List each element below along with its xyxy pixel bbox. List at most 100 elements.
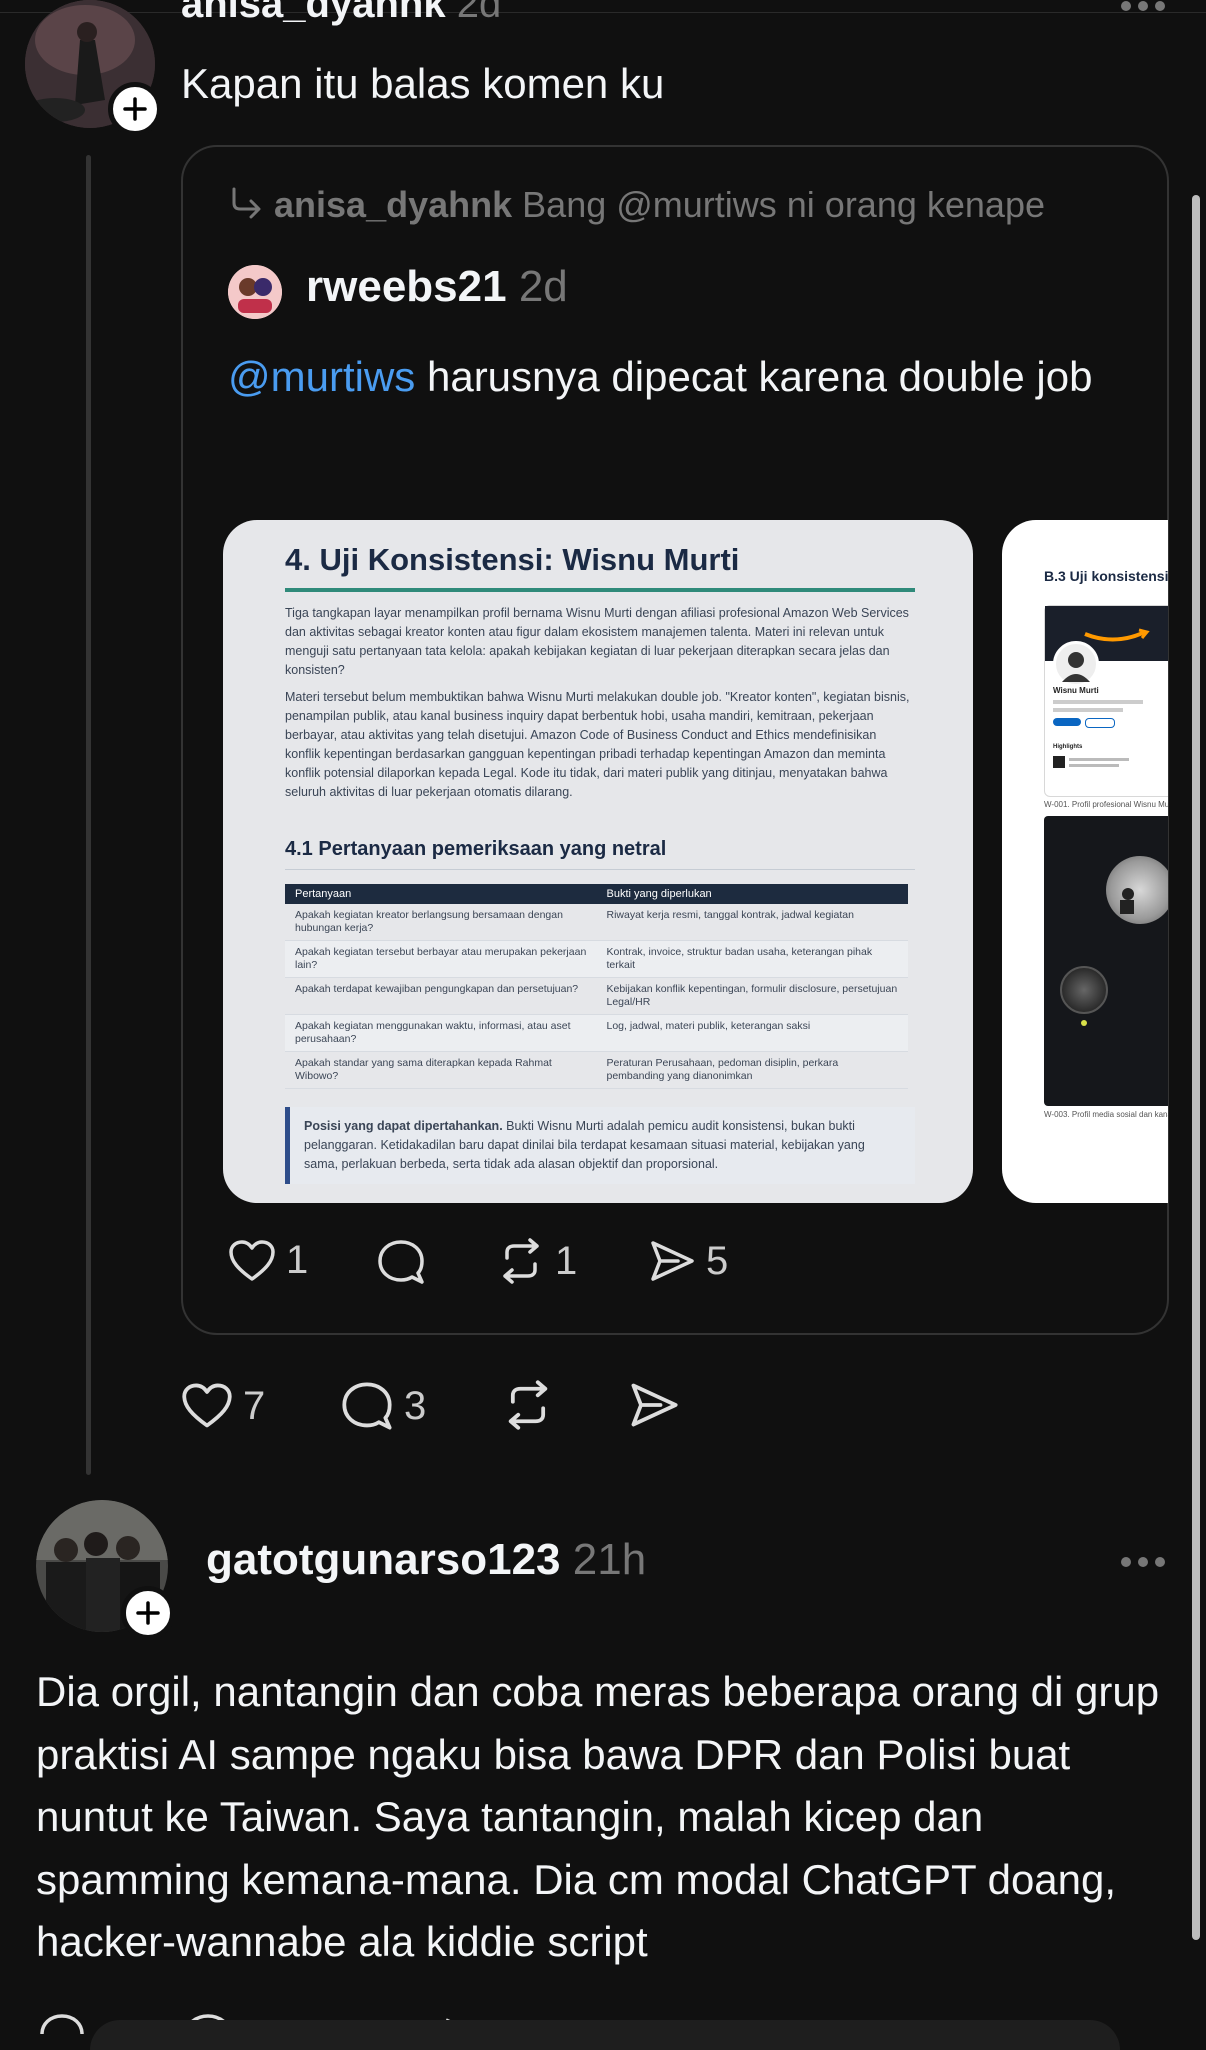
doc-paragraph-2: Materi tersebut belum membuktikan bahwa … bbox=[285, 690, 910, 799]
heart-icon bbox=[229, 1239, 275, 1281]
send-icon bbox=[651, 1241, 694, 1281]
timestamp: 21h bbox=[572, 1535, 647, 1584]
avatar-rweebs[interactable] bbox=[228, 265, 282, 319]
table-row: Apakah kegiatan tersebut berbayar atau m… bbox=[285, 940, 908, 978]
follow-plus-button[interactable] bbox=[108, 82, 162, 136]
plus-icon bbox=[123, 97, 147, 121]
quote-reply-button[interactable] bbox=[376, 1238, 426, 1286]
doc-subtitle-rule bbox=[285, 869, 915, 870]
doc2-line bbox=[1053, 708, 1123, 712]
doc2-thumb bbox=[1053, 756, 1065, 768]
doc2-photo-circle bbox=[1106, 856, 1168, 924]
doc2-dark-screenshot bbox=[1044, 816, 1168, 1106]
more-dots-icon bbox=[1121, 1557, 1165, 1567]
reply-context: anisa_dyahnk Bang @murtiws ni orang kena… bbox=[228, 184, 1045, 226]
doc-table: Pertanyaan Bukti yang diperlukan Apakah … bbox=[285, 884, 908, 1089]
person-icon bbox=[1062, 652, 1090, 682]
send-icon bbox=[631, 1383, 678, 1427]
mention-link[interactable]: @murtiws bbox=[228, 353, 415, 400]
reply-count: 3 bbox=[404, 1383, 427, 1428]
table-cell: Kebijakan konflik kepentingan, formulir … bbox=[596, 977, 908, 1015]
table-cell: Apakah kegiatan tersebut berbayar atau m… bbox=[285, 940, 597, 978]
table-row: Apakah terdapat kewajiban pengungkapan d… bbox=[285, 977, 908, 1015]
avatar-cartoon-icon bbox=[228, 265, 282, 319]
doc2-dot bbox=[1081, 1020, 1087, 1026]
more-options-button[interactable] bbox=[1118, 0, 1168, 16]
username[interactable]: gatotgunarso123 bbox=[206, 1535, 561, 1584]
post-header: gatotgunarso123 21h bbox=[206, 1535, 646, 1585]
post-text: Kapan itu balas komen ku bbox=[181, 60, 665, 107]
comment-icon bbox=[378, 1240, 424, 1284]
thread-line bbox=[86, 155, 91, 1475]
doc-paragraph-1: Tiga tangkapan layar menampilkan profil … bbox=[285, 606, 909, 677]
quote-repost-button[interactable]: 1 bbox=[497, 1238, 577, 1284]
doc2-highlights: Highlights bbox=[1053, 744, 1083, 750]
doc2-avatar bbox=[1053, 641, 1099, 687]
like-count: 1 bbox=[286, 1238, 309, 1282]
doc-title-rule bbox=[285, 588, 915, 592]
comment-icon bbox=[342, 1382, 392, 1430]
post-reply-button[interactable]: 3 bbox=[340, 1380, 426, 1432]
table-row: Apakah kegiatan menggunakan waktu, infor… bbox=[285, 1014, 908, 1052]
repost-count: 1 bbox=[555, 1238, 578, 1283]
quote-body: harusnya dipecat karena double job bbox=[415, 353, 1093, 400]
table-cell: Apakah kegiatan menggunakan waktu, infor… bbox=[285, 1014, 597, 1052]
more-dots-icon bbox=[1121, 1, 1165, 11]
plus-icon bbox=[136, 1601, 160, 1625]
table-cell: Peraturan Perusahaan, pedoman disiplin, … bbox=[596, 1051, 908, 1089]
doc-title: 4. Uji Konsistensi: Wisnu Murti bbox=[285, 542, 740, 577]
table-row: Apakah kegiatan kreator berlangsung bers… bbox=[285, 904, 908, 941]
doc2-line bbox=[1069, 764, 1119, 767]
doc-table-header: Pertanyaan bbox=[285, 884, 597, 904]
table-cell: Log, jadwal, materi publik, keterangan s… bbox=[596, 1014, 908, 1052]
like-count: 7 bbox=[243, 1383, 266, 1428]
doc2-profile-name: Wisnu Murti bbox=[1053, 686, 1099, 695]
table-row: Apakah standar yang sama diterapkan kepa… bbox=[285, 1051, 908, 1089]
table-cell: Apakah terdapat kewajiban pengungkapan d… bbox=[285, 977, 597, 1015]
quote-share-button[interactable]: 5 bbox=[648, 1238, 728, 1284]
quote-text: @murtiws harusnya dipecat karena double … bbox=[228, 345, 1128, 408]
post-repost-button[interactable] bbox=[502, 1380, 554, 1430]
doc2-caption-2: W-003. Profil media sosial dan kanal bbox=[1044, 1110, 1168, 1119]
quote-like-button[interactable]: 1 bbox=[228, 1238, 308, 1283]
doc2-pill bbox=[1085, 718, 1115, 728]
share-count: 5 bbox=[706, 1238, 729, 1283]
table-cell: Apakah standar yang sama diterapkan kepa… bbox=[285, 1051, 597, 1089]
repost-icon bbox=[508, 1380, 548, 1430]
reply-context-user[interactable]: anisa_dyahnk bbox=[274, 184, 512, 225]
table-cell: Kontrak, invoice, struktur badan usaha, … bbox=[596, 940, 908, 978]
doc-subtitle: 4.1 Pertanyaan pemeriksaan yang netral bbox=[285, 838, 667, 860]
doc2-small-circle bbox=[1060, 966, 1108, 1014]
timestamp: 2d bbox=[456, 0, 502, 26]
doc2-line bbox=[1053, 700, 1143, 704]
heart-icon bbox=[182, 1383, 232, 1428]
repost-icon bbox=[503, 1238, 539, 1284]
post-like-button[interactable]: 7 bbox=[181, 1382, 265, 1430]
timestamp: 2d bbox=[518, 262, 568, 311]
username[interactable]: rweebs21 bbox=[306, 262, 507, 311]
follow-plus-button[interactable] bbox=[121, 1586, 175, 1640]
doc2-profile-card: Wisnu Murti Highlights bbox=[1044, 605, 1168, 797]
reply-context-text: Bang @murtiws ni orang kenape bbox=[522, 184, 1045, 225]
doc-callout: Posisi yang dapat dipertahankan. Bukti W… bbox=[285, 1107, 915, 1184]
doc2-pill bbox=[1053, 718, 1081, 726]
post-text: Dia orgil, nantangin dan coba meras bebe… bbox=[36, 1668, 1160, 1965]
table-cell: Apakah kegiatan kreator berlangsung bers… bbox=[285, 904, 597, 941]
doc2-caption-1: W-001. Profil profesional Wisnu Murti bbox=[1044, 800, 1168, 809]
quote-header: rweebs21 2d bbox=[306, 262, 568, 312]
username[interactable]: anisa_dyahnk bbox=[181, 0, 446, 26]
reply-arrow-icon bbox=[232, 187, 261, 219]
more-options-button[interactable] bbox=[1118, 1552, 1168, 1572]
doc-table-header: Bukti yang diperlukan bbox=[596, 884, 908, 904]
doc2-line bbox=[1069, 758, 1129, 761]
attached-image-document[interactable]: 4. Uji Konsistensi: Wisnu Murti Tiga tan… bbox=[223, 520, 973, 1203]
table-cell: Riwayat kerja resmi, tanggal kontrak, ja… bbox=[596, 904, 908, 941]
doc-callout-bold: Posisi yang dapat dipertahankan. bbox=[304, 1119, 503, 1133]
bottom-nav-overlay bbox=[90, 2020, 1120, 2050]
scrollbar[interactable] bbox=[1192, 195, 1200, 1940]
photo-icon bbox=[1120, 888, 1134, 914]
attached-image-second[interactable]: B.3 Uji konsistensi Wisnu Murti Highligh… bbox=[1002, 520, 1168, 1203]
doc2-title: B.3 Uji konsistensi bbox=[1044, 568, 1168, 584]
post-header: anisa_dyahnk 2d bbox=[181, 0, 501, 27]
post-share-button[interactable] bbox=[628, 1380, 680, 1430]
